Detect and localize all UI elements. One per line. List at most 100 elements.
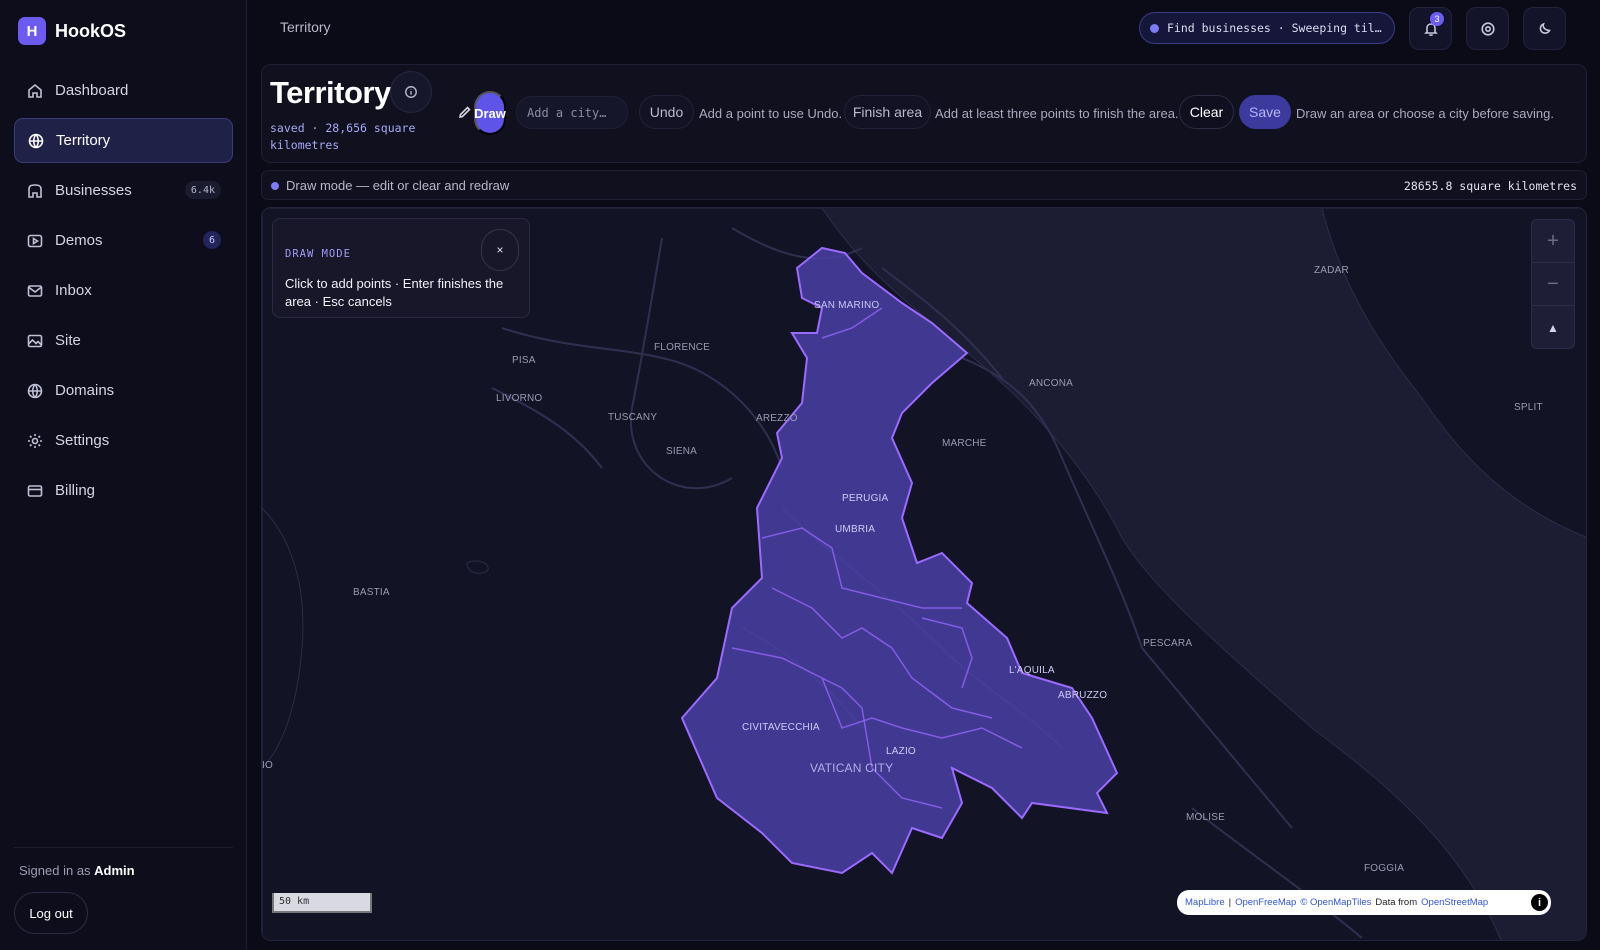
signed-in-prefix: Signed in as <box>19 863 95 878</box>
finish-area-hint: Add at least three points to finish the … <box>935 106 1179 121</box>
zoom-in-button[interactable]: + <box>1532 220 1574 263</box>
sidebar-item-billing[interactable]: Billing <box>14 468 233 513</box>
sidebar-item-domains[interactable]: Domains <box>14 368 233 413</box>
clear-button[interactable]: Clear <box>1179 95 1234 129</box>
map-label-abruzzo: ABRUZZO <box>1058 690 1108 701</box>
finish-area-button[interactable]: Finish area <box>844 95 931 129</box>
undo-button[interactable]: Undo <box>639 95 694 129</box>
businesses-count-badge: 6.4k <box>184 181 221 199</box>
sidebar-item-settings[interactable]: Settings <box>14 418 233 463</box>
map-label-ancona: ANCONA <box>1029 378 1073 389</box>
brand[interactable]: H HookOS <box>18 17 126 45</box>
sidebar-item-label: Settings <box>55 432 110 449</box>
map-label-livorno: LIVORNO <box>496 393 543 404</box>
map-label-laquila: L'AQUILA <box>1009 665 1055 676</box>
sidebar-item-label: Businesses <box>55 182 132 199</box>
sidebar-item-label: Domains <box>55 382 115 399</box>
settings-button[interactable] <box>1466 7 1509 50</box>
signed-in-user: Admin <box>94 863 135 878</box>
map-label-bastia: BASTIA <box>353 587 390 598</box>
draw-mode-instructions: Click to add points · Enter finishes the… <box>285 276 504 309</box>
status-dot <box>271 182 279 190</box>
map-label-zadar: ZADAR <box>1314 265 1349 276</box>
map-label-umbria: UMBRIA <box>835 524 876 535</box>
sidebar-item-label: Inbox <box>55 282 92 299</box>
globe-icon <box>27 383 43 399</box>
saved-area-text: saved · 28,656 square kilometres <box>270 121 416 152</box>
map-label-marche: MARCHE <box>942 438 987 449</box>
scale-bar: 50 km <box>272 893 372 913</box>
city-search-input[interactable] <box>516 96 628 129</box>
brand-name: HookOS <box>55 20 127 41</box>
map-label-san-marino: SAN MARINO <box>814 300 880 311</box>
map-label-civitavecchia: CIVITAVECCHIA <box>742 722 820 733</box>
sidebar-item-territory[interactable]: Territory <box>14 118 233 163</box>
map-label-foggia: FOGGIA <box>1364 863 1405 874</box>
map-label-vatican-city: VATICAN CITY <box>810 761 894 775</box>
compass-icon[interactable]: ▲ <box>1532 306 1574 349</box>
map-label-siena: SIENA <box>666 446 698 457</box>
data-from-text: Data from <box>1375 897 1418 908</box>
map-label-arezzo: AREZZO <box>756 413 798 424</box>
sidebar-item-label: Billing <box>55 482 96 499</box>
maplibre-link[interactable]: MapLibre <box>1185 897 1225 908</box>
openstreetmap-link[interactable]: OpenStreetMap <box>1421 897 1488 908</box>
draw-button[interactable]: Draw <box>474 91 506 135</box>
save-button[interactable]: Save <box>1239 95 1291 129</box>
openmaptiles-link[interactable]: © OpenMapTiles <box>1300 897 1371 908</box>
sidebar-item-label: Territory <box>56 132 111 149</box>
map-label-pisa: PISA <box>512 355 536 366</box>
zoom-controls: + − ▲ <box>1531 219 1575 349</box>
moon-icon <box>1539 22 1551 34</box>
openfreemap-link[interactable]: OpenFreeMap <box>1235 897 1296 908</box>
play-icon <box>27 233 43 249</box>
sidebar-footer: Signed in as Admin Log out <box>14 847 233 934</box>
pencil-icon <box>458 105 472 119</box>
sidebar-item-dashboard[interactable]: Dashboard <box>14 68 233 113</box>
brand-logo: H <box>18 17 46 45</box>
sidebar-item-site[interactable]: Site <box>14 318 233 363</box>
map-attribution: MapLibre | OpenFreeMap © OpenMapTiles Da… <box>1177 890 1551 915</box>
sidebar: H HookOS Dashboard Territory Businesses … <box>0 0 247 950</box>
task-status-pill[interactable]: Find businesses · Sweeping til… <box>1139 12 1395 44</box>
close-icon[interactable]: × <box>481 229 519 271</box>
territory-map[interactable]: ZADAR SAN MARINO FLORENCE PISA ANCONA LI… <box>261 207 1587 941</box>
globe-icon <box>28 133 44 149</box>
status-text: Draw mode — edit or clear and redraw <box>286 178 510 193</box>
sidebar-item-demos[interactable]: Demos 6 <box>14 218 233 263</box>
store-icon <box>27 183 43 199</box>
zoom-out-button[interactable]: − <box>1532 263 1574 306</box>
map-label-pescara: PESCARA <box>1143 638 1193 649</box>
sidebar-item-businesses[interactable]: Businesses 6.4k <box>14 168 233 213</box>
mail-icon <box>27 283 43 299</box>
gear-icon <box>27 433 43 449</box>
image-icon <box>27 333 43 349</box>
map-label-lazio: LAZIO <box>886 746 916 757</box>
territory-header-card: Territory saved · 28,656 square kilometr… <box>261 64 1587 163</box>
task-status-dot <box>1150 23 1159 33</box>
draw-mode-title: DRAW MODE <box>285 248 351 260</box>
breadcrumb: Territory <box>280 19 331 35</box>
save-hint: Draw an area or choose a city before sav… <box>1296 106 1554 121</box>
notification-count-badge: 3 <box>1430 12 1444 26</box>
sidebar-item-inbox[interactable]: Inbox <box>14 268 233 313</box>
area-readout: 28655.8 square kilometres <box>1403 179 1577 193</box>
attribution-info-icon[interactable]: i <box>1531 894 1548 911</box>
card-icon <box>27 483 43 499</box>
logout-button[interactable]: Log out <box>14 892 88 934</box>
undo-hint: Add a point to use Undo. <box>699 106 843 121</box>
page-title: Territory <box>270 75 391 110</box>
theme-toggle-button[interactable] <box>1523 7 1566 50</box>
sidebar-item-label: Dashboard <box>55 82 129 99</box>
home-icon <box>27 83 43 99</box>
info-button[interactable] <box>390 71 432 113</box>
topbar: Territory Find businesses · Sweeping til… <box>248 0 1600 56</box>
sidebar-item-label: Demos <box>55 232 103 249</box>
sidebar-nav: Dashboard Territory Businesses 6.4k Demo… <box>14 68 233 518</box>
notifications-button[interactable]: 3 <box>1409 7 1452 50</box>
attribution-separator: | <box>1228 897 1232 908</box>
map-label-molise: MOLISE <box>1186 812 1225 823</box>
draw-mode-status-bar: Draw mode — edit or clear and redraw 286… <box>261 170 1587 200</box>
map-label-florence: FLORENCE <box>654 342 711 353</box>
signed-in-text: Signed in as Admin <box>19 863 233 878</box>
